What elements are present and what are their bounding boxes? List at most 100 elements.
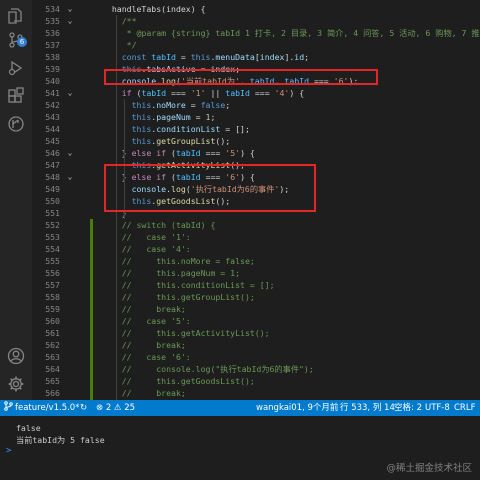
line-number: 542: [45, 100, 60, 110]
code-line: 544 this.conditionList = [];: [32, 123, 480, 135]
line-number: 563: [45, 352, 60, 362]
line-number: 546: [45, 148, 60, 158]
highlight-box-console-log: [104, 69, 378, 85]
code-text: // break;: [102, 304, 186, 314]
line-number: 539: [45, 64, 60, 74]
code-line: 543 this.pageNum = 1;: [32, 111, 480, 123]
code-line: 537 */: [32, 39, 480, 51]
activity-bar: 6: [0, 0, 32, 400]
line-number: 554: [45, 244, 60, 254]
account-icon[interactable]: [6, 346, 26, 366]
git-graph-icon[interactable]: [6, 114, 26, 134]
code-text: // this.getActivityList();: [102, 328, 270, 338]
git-branch-icon: [4, 400, 13, 416]
code-text: const tabId = this.menuData[index].id;: [102, 52, 310, 62]
line-number: 553: [45, 232, 60, 242]
debug-console: false 当前tabId为 5 false > @稀土掘金技术社区: [0, 416, 480, 480]
line-number: 545: [45, 136, 60, 146]
console-prompt[interactable]: >: [6, 446, 11, 456]
line-ending[interactable]: CRLF: [454, 400, 475, 416]
fold-chevron-icon[interactable]: ⌄: [65, 3, 75, 15]
cursor-position[interactable]: 行 533, 列 14: [340, 400, 395, 416]
code-line: 556 // this.pageNum = 1;: [32, 267, 480, 279]
extensions-icon[interactable]: [6, 86, 26, 106]
git-branch[interactable]: feature/v1.5.0*: [15, 400, 79, 416]
code-line: 560 // case '5':: [32, 315, 480, 327]
run-debug-icon[interactable]: [6, 58, 26, 78]
line-number: 561: [45, 328, 60, 338]
code-line: 541 ⌄ if (tabId === '1' || tabId === '4')…: [32, 87, 480, 99]
code-line: 545 this.getGroupList();: [32, 135, 480, 147]
code-editor[interactable]: 534 ⌄ handleTabs(index) {535 ⌄ /** 536 * @p…: [32, 0, 480, 400]
code-text: // switch (tabId) {: [102, 220, 216, 230]
code-text: handleTabs(index) {: [102, 4, 206, 14]
code-line: 553 // case '1':: [32, 231, 480, 243]
code-line: 538 const tabId = this.menuData[index].i…: [32, 51, 480, 63]
code-text: this.noMore = false;: [102, 100, 231, 110]
line-number: 566: [45, 388, 60, 398]
code-text: if (tabId === '1' || tabId === '4') {: [121, 88, 305, 98]
line-number: 555: [45, 256, 60, 266]
highlight-box-else-if-6: [104, 164, 316, 212]
code-line: 557 // this.conditionList = [];: [32, 279, 480, 291]
code-line: 564 // console.log("执行tabId为6的事件");: [32, 363, 480, 375]
line-number: 540: [45, 76, 60, 86]
code-text: this.pageNum = 1;: [102, 112, 216, 122]
line-number: 564: [45, 364, 60, 374]
code-text: * @param {string} tabId 1 打卡, 2 目录, 3 简介…: [102, 28, 480, 38]
code-text: // break;: [102, 388, 186, 398]
files-icon[interactable]: [6, 6, 26, 26]
code-text: this.getGroupList();: [102, 136, 231, 146]
status-bar: feature/v1.5.0* ↻ ⊗ 2 ⚠ 25 wangkai01, 9个…: [0, 400, 480, 416]
fold-chevron-icon[interactable]: ⌄: [65, 87, 75, 99]
line-number: 536: [45, 28, 60, 38]
code-line: 552 // switch (tabId) {: [32, 219, 480, 231]
code-line: 555 // this.noMore = false;: [32, 255, 480, 267]
indentation[interactable]: 空格: 2: [394, 400, 422, 416]
code-line: 558 // this.getGroupList();: [32, 291, 480, 303]
git-blame[interactable]: wangkai01, 9个月前: [256, 400, 338, 416]
code-line: 565 // this.getGoodsList();: [32, 375, 480, 387]
line-number: 560: [45, 316, 60, 326]
line-number: 548: [45, 172, 60, 182]
console-output-line: false: [16, 423, 41, 433]
problems-indicator[interactable]: ⊗ 2 ⚠ 25: [96, 400, 135, 416]
code-text: // break;: [102, 340, 186, 350]
encoding[interactable]: UTF-8: [425, 400, 450, 416]
code-line: 542 this.noMore = false;: [32, 99, 480, 111]
code-line: 536 * @param {string} tabId 1 打卡, 2 目录, …: [32, 27, 480, 39]
code-text: // this.pageNum = 1;: [102, 268, 241, 278]
fold-chevron-icon[interactable]: ⌄: [65, 147, 75, 159]
line-number: 551: [45, 208, 60, 218]
line-number: 538: [45, 52, 60, 62]
code-line: 534 ⌄ handleTabs(index) {: [32, 3, 480, 15]
code-text: */: [102, 40, 137, 50]
line-number: 562: [45, 340, 60, 350]
code-text: // console.log("执行tabId为6的事件");: [102, 364, 314, 374]
fold-chevron-icon[interactable]: ⌄: [65, 15, 75, 27]
line-number: 535: [45, 16, 60, 26]
watermark: @稀土掘金技术社区: [386, 463, 472, 474]
code-line: 562 // break;: [32, 339, 480, 351]
code-line: 546⌄ } else if (tabId === '5') {: [32, 147, 480, 159]
code-line: 563 // case '6':: [32, 351, 480, 363]
code-text: // this.getGroupList();: [102, 292, 255, 302]
source-control-badge: 6: [17, 37, 27, 47]
line-number: 543: [45, 112, 60, 122]
settings-gear-icon[interactable]: [6, 374, 26, 394]
console-output-line: 当前tabId为 5 false: [16, 435, 105, 445]
line-number: 544: [45, 124, 60, 134]
fold-chevron-icon[interactable]: ⌄: [65, 171, 75, 183]
code-text: // this.getGoodsList();: [102, 376, 255, 386]
line-number: 534: [45, 4, 60, 14]
sync-icon[interactable]: ↻: [80, 400, 87, 416]
code-line: 535 ⌄ /**: [32, 15, 480, 27]
line-number: 559: [45, 304, 60, 314]
code-line: 554 // case '4':: [32, 243, 480, 255]
line-number: 552: [45, 220, 60, 230]
line-number: 558: [45, 292, 60, 302]
git-added-gutter-mark: [90, 219, 93, 400]
line-number: 549: [45, 184, 60, 194]
code-text: /**: [102, 16, 137, 26]
code-line: 559 // break;: [32, 303, 480, 315]
